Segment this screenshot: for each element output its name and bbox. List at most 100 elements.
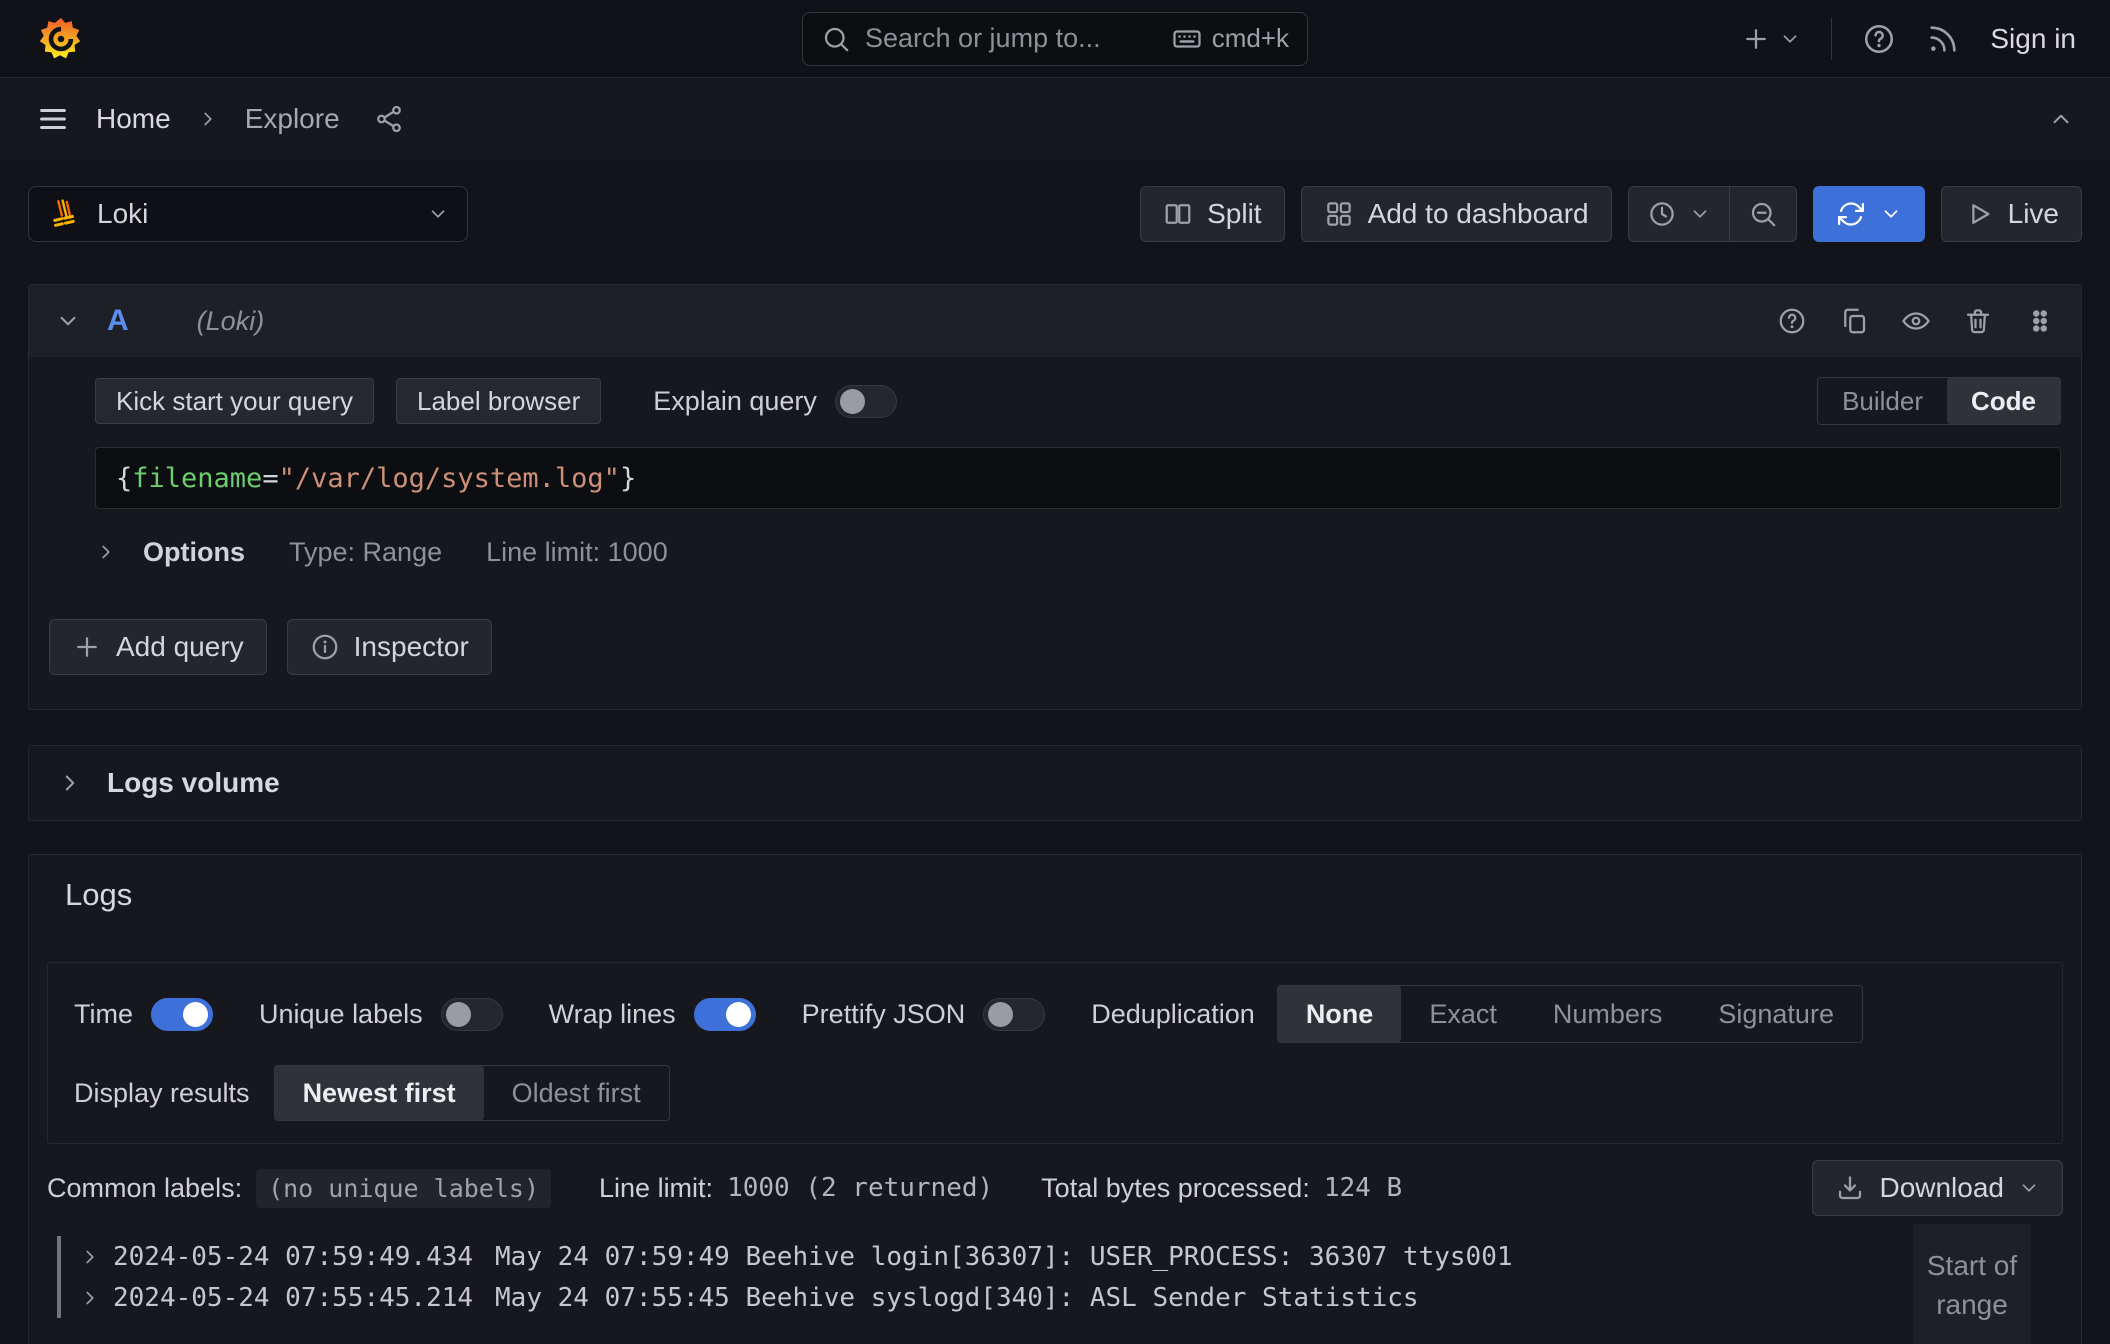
line-limit-label: Line limit:: [599, 1173, 713, 1204]
options-line-limit: Line limit: 1000: [486, 537, 668, 568]
split-button[interactable]: Split: [1140, 186, 1284, 242]
new-menu-button[interactable]: [1741, 24, 1801, 54]
sign-in-button[interactable]: Sign in: [1990, 23, 2076, 55]
play-icon: [1964, 199, 1994, 229]
info-circle-icon: [310, 632, 340, 662]
wrap-lines-toggle[interactable]: [694, 998, 756, 1031]
chevron-down-icon: [1880, 203, 1902, 225]
zoom-out-time-button[interactable]: [1729, 187, 1796, 241]
run-query-refresh-button[interactable]: [1813, 186, 1925, 242]
news-rss-icon[interactable]: [1926, 22, 1960, 56]
expand-log-chevron-icon[interactable]: [79, 1287, 101, 1309]
wrap-lines-toggle-label: Wrap lines: [549, 999, 676, 1030]
topbar-divider: [1831, 18, 1832, 60]
apps-grid-icon: [1324, 199, 1354, 229]
logs-volume-chevron-icon: [57, 770, 83, 796]
start-of-range-marker: Start of range: [1913, 1224, 2031, 1344]
logs-panel-title: Logs: [29, 855, 2081, 913]
dedup-none-option[interactable]: None: [1278, 986, 1402, 1042]
expr-brace-close: }: [620, 463, 636, 494]
drag-handle-grip-icon[interactable]: [2025, 306, 2055, 336]
collapse-top-icon[interactable]: [2048, 106, 2074, 132]
chevron-down-icon: [2018, 1177, 2040, 1199]
options-type: Type: Range: [289, 537, 442, 568]
query-help-icon[interactable]: [1777, 306, 1807, 336]
inspector-button[interactable]: Inspector: [287, 619, 492, 675]
unique-labels-toggle[interactable]: [441, 998, 503, 1031]
time-picker-group: [1628, 186, 1797, 242]
search-input[interactable]: Search or jump to... cmd+k: [802, 12, 1308, 66]
oldest-first-option[interactable]: Oldest first: [484, 1066, 669, 1120]
deduplication-label: Deduplication: [1091, 999, 1255, 1030]
expr-brace-open: {: [116, 463, 132, 494]
logs-volume-panel[interactable]: Logs volume: [28, 745, 2082, 821]
logs-panel: Logs Time Unique labels Wrap lines Prett…: [28, 854, 2082, 1344]
split-columns-icon: [1163, 199, 1193, 229]
datasource-name: Loki: [97, 198, 411, 230]
dedup-signature-option[interactable]: Signature: [1690, 986, 1862, 1042]
prettify-json-toggle[interactable]: [983, 998, 1045, 1031]
breadcrumb-home[interactable]: Home: [96, 103, 171, 135]
log-row[interactable]: 2024-05-24 07:55:45.214 May 24 07:55:45 …: [47, 1277, 2063, 1318]
expand-log-chevron-icon[interactable]: [79, 1246, 101, 1268]
query-datasource-hint: (Loki): [197, 306, 265, 337]
toolbar-actions: Split Add to dashboard: [1140, 186, 2082, 242]
breadcrumb-separator-icon: [197, 108, 219, 130]
expr-label-name: filename: [132, 463, 262, 494]
menu-hamburger-icon[interactable]: [36, 102, 70, 136]
help-icon[interactable]: [1862, 22, 1896, 56]
prettify-json-toggle-label: Prettify JSON: [802, 999, 966, 1030]
kick-start-query-button[interactable]: Kick start your query: [95, 378, 374, 424]
grafana-explore-page: Search or jump to... cmd+k Sign in: [0, 0, 2110, 1344]
query-row-header[interactable]: A (Loki): [29, 285, 2081, 357]
plus-icon: [1741, 24, 1771, 54]
share-icon[interactable]: [374, 104, 404, 134]
top-nav-bar: Search or jump to... cmd+k Sign in: [0, 0, 2110, 78]
download-button[interactable]: Download: [1812, 1160, 2063, 1216]
mode-code-option[interactable]: Code: [1947, 378, 2060, 424]
options-chevron-icon: [95, 541, 117, 563]
explain-query-toggle[interactable]: [835, 385, 897, 418]
add-query-button[interactable]: Add query: [49, 619, 267, 675]
newest-first-option[interactable]: Newest first: [275, 1066, 484, 1120]
query-editor-panel: A (Loki): [28, 284, 2082, 710]
query-ref-id[interactable]: A: [107, 304, 129, 338]
breadcrumb-current: Explore: [245, 103, 340, 135]
datasource-picker[interactable]: Loki: [28, 186, 468, 242]
search-placeholder: Search or jump to...: [865, 23, 1158, 54]
delete-query-trash-icon[interactable]: [1963, 306, 1993, 336]
logql-query-input[interactable]: {filename="/var/log/system.log"}: [95, 447, 2061, 509]
label-browser-button[interactable]: Label browser: [396, 378, 601, 424]
duplicate-query-icon[interactable]: [1839, 306, 1869, 336]
logs-volume-title: Logs volume: [107, 767, 280, 799]
query-options-collapse[interactable]: Options Type: Range Line limit: 1000: [95, 521, 2061, 583]
log-level-bar: [57, 1236, 61, 1277]
dedup-numbers-option[interactable]: Numbers: [1525, 986, 1691, 1042]
mode-builder-option[interactable]: Builder: [1818, 378, 1947, 424]
total-bytes-value: 124 B: [1324, 1173, 1402, 1203]
plus-icon: [72, 632, 102, 662]
log-timestamp: 2024-05-24 07:59:49.434: [113, 1242, 473, 1272]
download-icon: [1835, 1173, 1865, 1203]
time-toggle-label: Time: [74, 999, 133, 1030]
logs-controls-row-1: Time Unique labels Wrap lines Prettify J…: [74, 985, 2036, 1043]
topbar-actions: Sign in: [1741, 18, 2076, 60]
log-message: May 24 07:55:45 Beehive syslogd[340]: AS…: [495, 1283, 1419, 1313]
clock-icon: [1647, 199, 1677, 229]
collapse-query-chevron-icon[interactable]: [55, 308, 81, 334]
log-row[interactable]: 2024-05-24 07:59:49.434 May 24 07:59:49 …: [47, 1236, 2063, 1277]
live-button[interactable]: Live: [1941, 186, 2082, 242]
add-to-dashboard-button[interactable]: Add to dashboard: [1301, 186, 1612, 242]
line-limit-value: 1000 (2 returned): [727, 1173, 993, 1203]
log-rows-list: 2024-05-24 07:59:49.434 May 24 07:59:49 …: [47, 1236, 2063, 1318]
time-picker-button[interactable]: [1629, 187, 1729, 241]
grafana-logo-icon[interactable]: [38, 16, 84, 62]
search-shortcut: cmd+k: [1172, 23, 1289, 54]
time-toggle[interactable]: [151, 998, 213, 1031]
hide-query-eye-icon[interactable]: [1901, 306, 1931, 336]
display-results-label: Display results: [74, 1078, 250, 1109]
editor-mode-group: Builder Code: [1817, 377, 2061, 425]
dedup-exact-option[interactable]: Exact: [1401, 986, 1525, 1042]
query-editor-body: Kick start your query Label browser Expl…: [29, 357, 2081, 583]
query-row-actions: [1777, 306, 2055, 336]
